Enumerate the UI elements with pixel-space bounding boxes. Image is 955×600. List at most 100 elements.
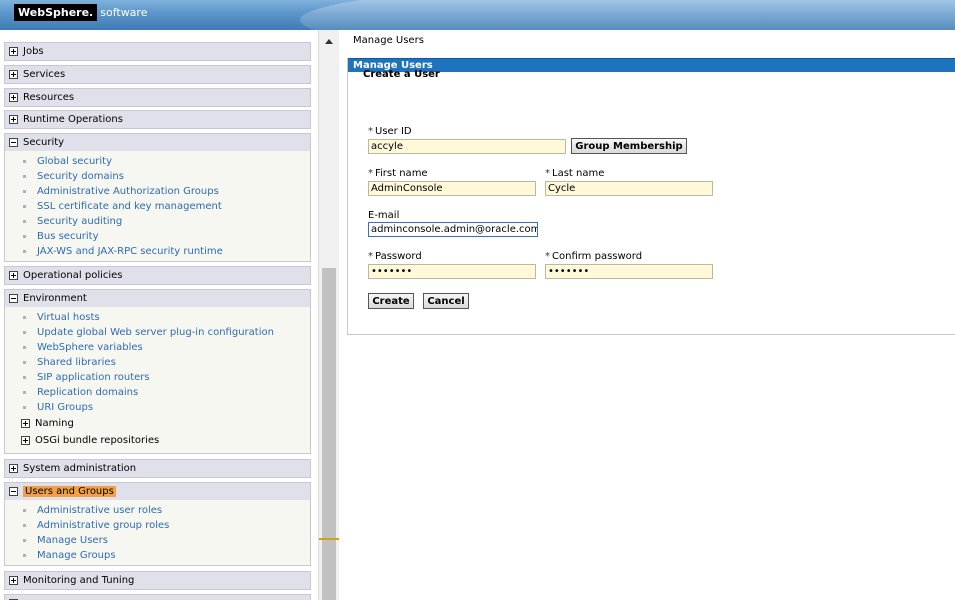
nav-folder-osgi[interactable]: OSGi bundle repositories: [5, 432, 310, 449]
nav-link-security-domains[interactable]: Security domains: [5, 169, 310, 184]
nav-section-label[interactable]: Runtime Operations: [23, 114, 123, 125]
expand-icon[interactable]: [21, 436, 30, 445]
bullet-icon: [23, 524, 26, 527]
nav-link-update-plugin[interactable]: Update global Web server plug-in configu…: [5, 325, 310, 340]
nav-link-label[interactable]: Update global Web server plug-in configu…: [37, 325, 274, 340]
expand-icon[interactable]: [9, 47, 18, 56]
bullet-icon: [23, 331, 26, 334]
expand-icon[interactable]: [9, 576, 18, 585]
bullet-icon: [23, 346, 26, 349]
nav-section-label[interactable]: Services: [23, 69, 65, 80]
collapse-icon[interactable]: [9, 294, 18, 303]
nav-link-sip-routers[interactable]: SIP application routers: [5, 370, 310, 385]
collapse-icon[interactable]: [9, 487, 18, 496]
bullet-icon: [23, 376, 26, 379]
nav-link-virtual-hosts[interactable]: Virtual hosts: [5, 310, 310, 325]
nav-section-label[interactable]: Environment: [23, 293, 87, 304]
nav-folder-label[interactable]: Naming: [35, 415, 74, 432]
main-content: Manage Users Manage Users Create a User …: [339, 30, 955, 600]
first-name-field[interactable]: AdminConsole: [368, 181, 536, 196]
first-name-label: * First name: [368, 168, 428, 179]
nav-link-label[interactable]: JAX-WS and JAX-RPC security runtime: [37, 244, 223, 259]
nav-folder-naming[interactable]: Naming: [5, 415, 310, 432]
nav-link-admin-user-roles[interactable]: Administrative user roles: [5, 503, 310, 518]
nav-link-label[interactable]: Administrative group roles: [37, 518, 169, 533]
nav-link-bus-security[interactable]: Bus security: [5, 229, 310, 244]
label-text: Password: [375, 251, 422, 262]
nav-section-label[interactable]: Operational policies: [23, 270, 123, 281]
nav-link-label[interactable]: Global security: [37, 154, 112, 169]
nav-section-label[interactable]: Jobs: [23, 46, 44, 57]
nav-section-label[interactable]: Resources: [23, 92, 74, 103]
nav-link-ssl-certificate[interactable]: SSL certificate and key management: [5, 199, 310, 214]
nav-section-jobs[interactable]: Jobs: [4, 42, 311, 61]
nav-section-label[interactable]: Security: [23, 137, 64, 148]
nav-section-label-selected[interactable]: Users and Groups: [23, 486, 116, 497]
confirm-password-field[interactable]: •••••••: [545, 264, 713, 279]
nav-section-label[interactable]: Monitoring and Tuning: [23, 575, 134, 586]
nav-link-label[interactable]: Administrative user roles: [37, 503, 162, 518]
expand-icon[interactable]: [9, 115, 18, 124]
bullet-icon: [23, 509, 26, 512]
nav-scrollbar[interactable]: [318, 30, 339, 600]
nav-link-admin-authorization-groups[interactable]: Administrative Authorization Groups: [5, 184, 310, 199]
nav-link-label[interactable]: Virtual hosts: [37, 310, 100, 325]
nav-link-label[interactable]: Security auditing: [37, 214, 122, 229]
expand-icon[interactable]: [9, 464, 18, 473]
form-title: Create a User: [363, 69, 440, 80]
label-text: Confirm password: [552, 251, 643, 262]
scroll-up-arrow-icon[interactable]: [319, 34, 339, 48]
nav-link-label[interactable]: Replication domains: [37, 385, 138, 400]
nav-section-partial[interactable]: [4, 594, 311, 600]
nav-link-admin-group-roles[interactable]: Administrative group roles: [5, 518, 310, 533]
nav-link-manage-groups[interactable]: Manage Groups: [5, 548, 310, 563]
nav-link-manage-users[interactable]: Manage Users: [5, 533, 310, 548]
nav-section-runtime-operations[interactable]: Runtime Operations: [4, 110, 311, 129]
nav-section-system-administration[interactable]: System administration: [4, 459, 311, 478]
expand-icon[interactable]: [21, 419, 30, 428]
expand-icon[interactable]: [9, 70, 18, 79]
label-text: User ID: [375, 126, 412, 137]
nav-link-global-security[interactable]: Global security: [5, 154, 310, 169]
nav-link-shared-libraries[interactable]: Shared libraries: [5, 355, 310, 370]
nav-link-label[interactable]: Manage Groups: [37, 548, 116, 563]
nav-link-label[interactable]: SSL certificate and key management: [37, 199, 222, 214]
user-id-field[interactable]: accyle: [368, 139, 566, 154]
nav-link-label[interactable]: Manage Users: [37, 533, 108, 548]
nav-link-websphere-variables[interactable]: WebSphere variables: [5, 340, 310, 355]
password-field[interactable]: •••••••: [368, 264, 536, 279]
nav-section-operational-policies[interactable]: Operational policies: [4, 266, 311, 285]
scrollbar-thumb[interactable]: [322, 268, 336, 600]
nav-link-label[interactable]: WebSphere variables: [37, 340, 143, 355]
nav-section-monitoring-and-tuning[interactable]: Monitoring and Tuning: [4, 571, 311, 590]
expand-icon[interactable]: [9, 93, 18, 102]
bullet-icon: [23, 361, 26, 364]
nav-section-label[interactable]: System administration: [23, 463, 136, 474]
nav-link-label[interactable]: Bus security: [37, 229, 99, 244]
nav-link-label[interactable]: URI Groups: [37, 400, 93, 415]
nav-link-label[interactable]: SIP application routers: [37, 370, 150, 385]
nav-link-jaxws-security[interactable]: JAX-WS and JAX-RPC security runtime: [5, 244, 310, 259]
nav-folder-label[interactable]: OSGi bundle repositories: [35, 432, 159, 449]
bullet-icon: [23, 235, 26, 238]
nav-section-services[interactable]: Services: [4, 65, 311, 84]
last-name-field[interactable]: Cycle: [545, 181, 713, 196]
cancel-button[interactable]: Cancel: [423, 293, 469, 309]
user-id-label: * User ID: [368, 126, 412, 137]
bullet-icon: [23, 316, 26, 319]
nav-link-label[interactable]: Administrative Authorization Groups: [37, 184, 219, 199]
expand-icon[interactable]: [9, 271, 18, 280]
group-membership-button[interactable]: Group Membership: [571, 138, 687, 154]
nav-link-label[interactable]: Security domains: [37, 169, 124, 184]
required-icon: *: [368, 168, 373, 179]
nav-link-uri-groups[interactable]: URI Groups: [5, 400, 310, 415]
email-field[interactable]: adminconsole.admin@oracle.com: [368, 222, 538, 237]
collapse-icon[interactable]: [9, 138, 18, 147]
nav-link-replication-domains[interactable]: Replication domains: [5, 385, 310, 400]
banner-wave: [300, 0, 955, 30]
create-button[interactable]: Create: [368, 293, 414, 309]
nav-link-security-auditing[interactable]: Security auditing: [5, 214, 310, 229]
nav-section-resources[interactable]: Resources: [4, 88, 311, 107]
nav-link-label[interactable]: Shared libraries: [37, 355, 116, 370]
bullet-icon: [23, 250, 26, 253]
